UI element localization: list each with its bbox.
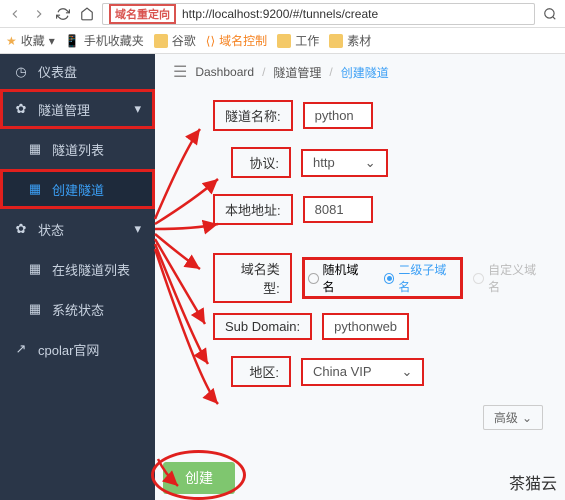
- bookmark-favorites[interactable]: ★收藏 ▾: [6, 32, 55, 49]
- create-button[interactable]: 创建: [163, 462, 235, 494]
- sidebar-item-tunnel-list[interactable]: ▦ 隧道列表: [0, 129, 155, 169]
- sidebar-item-tunnel-mgmt[interactable]: ✿ 隧道管理 ▾: [0, 89, 155, 129]
- bookmark-mobile[interactable]: 📱手机收藏夹: [65, 32, 144, 49]
- sidebar-item-dashboard[interactable]: ◷ 仪表盘: [0, 54, 155, 89]
- gauge-icon: ◷: [14, 64, 28, 80]
- reload-icon[interactable]: [54, 5, 72, 23]
- radio-circle: [473, 273, 484, 284]
- star-icon: ★: [6, 34, 17, 48]
- folder-icon: [329, 34, 343, 48]
- sidebar-item-status[interactable]: ✿ 状态 ▾: [0, 209, 155, 249]
- bookmark-label: 工作: [295, 32, 319, 49]
- protocol-label: 协议:: [231, 147, 291, 178]
- folder-icon: [277, 34, 291, 48]
- bookmark-google[interactable]: 谷歌: [154, 32, 196, 49]
- sidebar-label: 创建隧道: [52, 180, 104, 199]
- domain-type-label: 域名类型:: [213, 253, 292, 303]
- radio-secondary-domain[interactable]: 二级子域名: [384, 261, 458, 295]
- home-icon[interactable]: [78, 5, 96, 23]
- radio-label: 随机域名: [323, 261, 370, 295]
- sidebar-label: 状态: [38, 220, 64, 239]
- local-addr-input[interactable]: 8081: [303, 196, 373, 223]
- tunnel-name-label: 隧道名称:: [213, 100, 293, 131]
- sidebar-label: 系统状态: [52, 300, 104, 319]
- protocol-select[interactable]: http ⌄: [301, 149, 388, 177]
- bookmark-label: 收藏: [21, 32, 45, 49]
- sidebar-item-online-tunnel-list[interactable]: ▦ 在线隧道列表: [0, 249, 155, 289]
- sidebar-label: 在线隧道列表: [52, 260, 130, 279]
- advanced-button[interactable]: 高级 ⌄: [483, 405, 543, 430]
- sidebar-item-create-tunnel[interactable]: ▦ 创建隧道: [0, 169, 155, 209]
- tunnel-name-input[interactable]: python: [303, 102, 373, 129]
- menu-toggle-icon[interactable]: ☰: [173, 62, 187, 82]
- grid-icon: ▦: [28, 181, 42, 197]
- folder-icon: [154, 34, 168, 48]
- breadcrumb-current: 创建隧道: [341, 64, 389, 81]
- plus-icon: ✿: [14, 221, 28, 237]
- url-prefix-badge: 域名重定向: [109, 4, 176, 24]
- watermark: 茶猫云: [509, 470, 557, 494]
- external-link-icon: ↗: [14, 341, 28, 357]
- subdomain-input[interactable]: pythonweb: [322, 313, 409, 340]
- region-label: 地区:: [231, 356, 291, 387]
- back-icon[interactable]: [6, 5, 24, 23]
- list-icon: ▦: [28, 141, 42, 157]
- gear-icon: ✿: [14, 101, 28, 117]
- search-icon[interactable]: [541, 5, 559, 23]
- chevron-down-icon: ▾: [134, 221, 141, 237]
- radio-label: 二级子域名: [398, 261, 457, 295]
- chevron-down-icon: ▾: [134, 101, 141, 117]
- chevron-down-icon: ⌄: [402, 364, 413, 380]
- radio-label: 自定义域名: [488, 261, 547, 295]
- sidebar-label: 仪表盘: [38, 62, 77, 81]
- url-bar[interactable]: 域名重定向 http://localhost:9200/#/tunnels/cr…: [102, 3, 535, 25]
- breadcrumb-separator: /: [262, 65, 265, 79]
- main-content: ☰ Dashboard / 隧道管理 / 创建隧道 隧道名称: python 协…: [155, 54, 565, 500]
- advanced-label: 高级: [494, 409, 518, 426]
- bookmark-label: 谷歌: [172, 32, 196, 49]
- list-icon: ▦: [28, 261, 42, 277]
- breadcrumb-tunnel-mgmt[interactable]: 隧道管理: [273, 64, 321, 81]
- sidebar-item-cpolar-site[interactable]: ↗ cpolar官网: [0, 329, 155, 369]
- sidebar-label: 隧道列表: [52, 140, 104, 159]
- local-addr-label: 本地地址:: [213, 194, 293, 225]
- protocol-value: http: [313, 155, 335, 170]
- sidebar-item-system-status[interactable]: ▦ 系统状态: [0, 289, 155, 329]
- radio-circle-checked: [384, 273, 395, 284]
- url-text: http://localhost:9200/#/tunnels/create: [182, 7, 378, 21]
- list-icon: ▦: [28, 301, 42, 317]
- breadcrumb-dashboard[interactable]: Dashboard: [195, 65, 254, 79]
- domain-type-radio-group: 随机域名 二级子域名: [302, 257, 464, 299]
- bookmarks-bar: ★收藏 ▾ 📱手机收藏夹 谷歌 ⟨⟩域名控制 工作 素材: [0, 28, 565, 54]
- tunnel-create-form: 隧道名称: python 协议: http ⌄ 本地地址: 8081 域名类型:: [173, 100, 547, 387]
- bookmark-label: 域名控制: [219, 32, 267, 49]
- radio-circle: [308, 273, 319, 284]
- breadcrumb: ☰ Dashboard / 隧道管理 / 创建隧道: [173, 54, 547, 90]
- sidebar-label: 隧道管理: [38, 100, 90, 119]
- breadcrumb-separator: /: [329, 65, 332, 79]
- region-select[interactable]: China VIP ⌄: [301, 358, 424, 386]
- radio-random-domain[interactable]: 随机域名: [308, 261, 370, 295]
- bookmark-label: 手机收藏夹: [84, 32, 144, 49]
- bookmark-label: 素材: [347, 32, 371, 49]
- sidebar: ◷ 仪表盘 ✿ 隧道管理 ▾ ▦ 隧道列表 ▦ 创建隧道 ✿ 状态 ▾ ▦ 在线…: [0, 54, 155, 500]
- sidebar-label: cpolar官网: [38, 340, 99, 359]
- radio-custom-domain[interactable]: 自定义域名: [473, 261, 547, 295]
- forward-icon[interactable]: [30, 5, 48, 23]
- chevron-down-icon: ⌄: [522, 411, 532, 425]
- bookmark-domain-control[interactable]: ⟨⟩域名控制: [206, 32, 267, 49]
- bookmark-work[interactable]: 工作: [277, 32, 319, 49]
- chevron-down-icon: ⌄: [365, 155, 376, 171]
- bookmark-material[interactable]: 素材: [329, 32, 371, 49]
- subdomain-label: Sub Domain:: [213, 313, 312, 340]
- region-value: China VIP: [313, 364, 372, 379]
